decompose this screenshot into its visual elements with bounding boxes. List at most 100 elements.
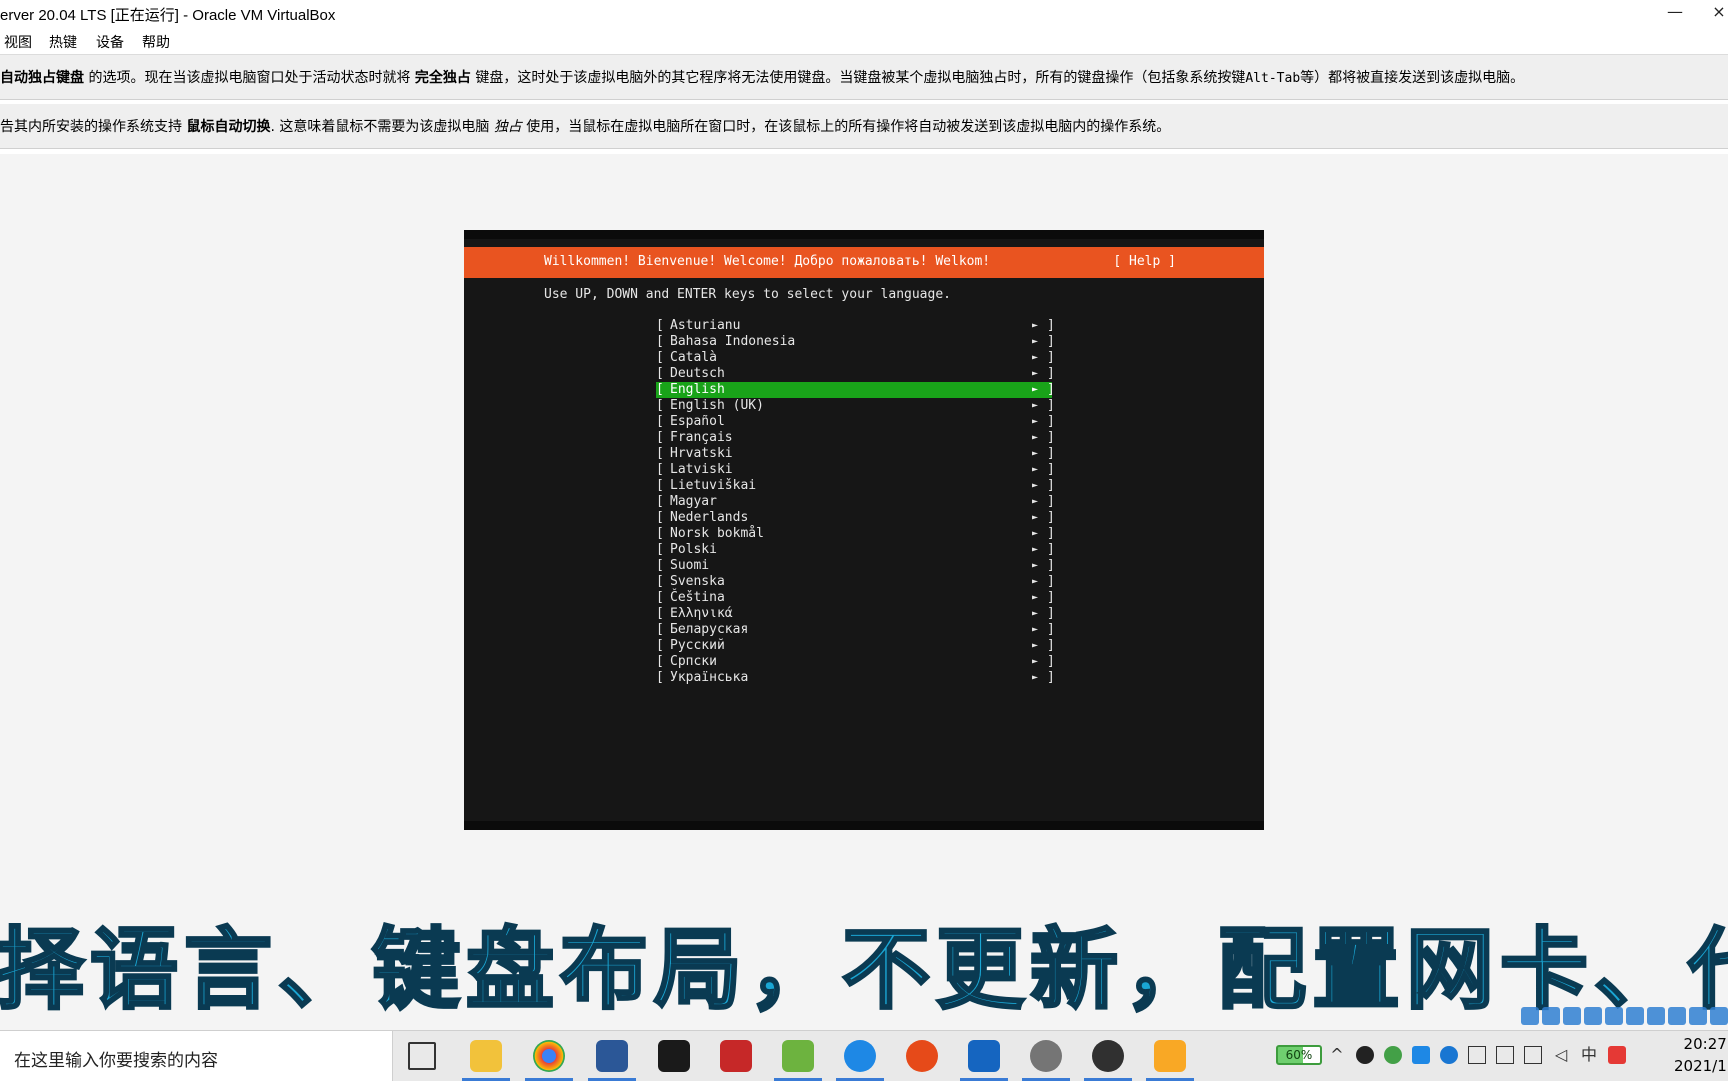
shared-folder-icon[interactable] xyxy=(1626,1007,1644,1025)
menu-help[interactable]: 帮助 xyxy=(142,32,170,52)
arrow-right-icon: ► xyxy=(1032,592,1039,603)
network-monitor-icon[interactable] xyxy=(1524,1046,1542,1064)
usb-icon[interactable] xyxy=(1605,1007,1623,1025)
language-item[interactable]: [Čeština ►] xyxy=(656,590,1055,606)
display-icon[interactable] xyxy=(1647,1007,1665,1025)
language-item[interactable]: [Српски ►] xyxy=(656,654,1055,670)
arrow-right-icon: ► xyxy=(1032,528,1039,539)
obs-icon[interactable] xyxy=(1084,1040,1132,1081)
language-name: Čeština xyxy=(670,590,725,605)
language-item[interactable]: [Nederlands ►] xyxy=(656,510,1055,526)
language-item[interactable]: [Français ►] xyxy=(656,430,1055,446)
arrow-right-icon: ► xyxy=(1032,352,1039,363)
edge-icon[interactable] xyxy=(836,1040,884,1081)
language-name: Deutsch xyxy=(670,366,725,381)
clipboard-icon[interactable] xyxy=(1468,1046,1486,1064)
bracket-right: ] xyxy=(1047,654,1055,669)
language-item[interactable]: [Lietuviškai ►] xyxy=(656,478,1055,494)
language-item[interactable]: [Asturianu ►] xyxy=(656,318,1055,334)
bracket-left: [ xyxy=(656,494,664,509)
wechat-icon[interactable] xyxy=(1384,1046,1402,1064)
arrow-right-icon: ► xyxy=(1032,672,1039,683)
language-item[interactable]: [Bahasa Indonesia ►] xyxy=(656,334,1055,350)
arrow-right-icon: ► xyxy=(1032,512,1039,523)
installer-help-button[interactable]: [ Help ] xyxy=(1113,254,1176,269)
menu-hotkey[interactable]: 热键 xyxy=(49,32,77,52)
mouse-integration-icon[interactable] xyxy=(1689,1007,1707,1025)
language-item[interactable]: [Norsk bokmål ►] xyxy=(656,526,1055,542)
input-method-label[interactable]: 中 xyxy=(1580,1046,1598,1064)
language-item[interactable]: [Русский ►] xyxy=(656,638,1055,654)
speaker-icon[interactable]: ◁ xyxy=(1552,1046,1570,1064)
bracket-left: [ xyxy=(656,526,664,541)
bracket-left: [ xyxy=(656,510,664,525)
audio-icon[interactable] xyxy=(1563,1007,1581,1025)
notification-text: 等）都将被直接发送到该虚拟电脑。 xyxy=(1300,70,1525,86)
language-item[interactable]: [Hrvatski ►] xyxy=(656,446,1055,462)
bracket-right: ] xyxy=(1047,542,1055,557)
menu-view[interactable]: 视图 xyxy=(4,32,32,52)
chevron-up-icon[interactable]: ^ xyxy=(1328,1046,1346,1064)
virtualbox-icon[interactable] xyxy=(960,1040,1008,1081)
sogou-ime-icon[interactable] xyxy=(1608,1046,1626,1064)
language-item[interactable]: [English (UK) ►] xyxy=(656,398,1055,414)
arrow-right-icon: ► xyxy=(1032,336,1039,347)
clock-time: 20:27 xyxy=(1683,1035,1727,1053)
vm-console-screen[interactable]: Willkommen! Bienvenue! Welcome! Добро по… xyxy=(464,230,1264,830)
language-item[interactable]: [Suomi ►] xyxy=(656,558,1055,574)
menu-devices[interactable]: 设备 xyxy=(96,32,124,52)
language-item[interactable]: [Español ►] xyxy=(656,414,1055,430)
notification-bold: 自动独占键盘 xyxy=(0,70,84,86)
notepad-icon[interactable] xyxy=(774,1040,822,1081)
taskbar-search-box[interactable]: 在这里输入你要搜索的内容 xyxy=(0,1031,393,1081)
bracket-left: [ xyxy=(656,382,664,397)
bracket-right: ] xyxy=(1047,462,1055,477)
language-item[interactable]: [Latviski ►] xyxy=(656,462,1055,478)
bracket-right: ] xyxy=(1047,446,1055,461)
printer-icon[interactable] xyxy=(1496,1046,1514,1064)
language-item[interactable]: [Ελληνικά ►] xyxy=(656,606,1055,622)
recording-icon[interactable] xyxy=(1668,1007,1686,1025)
language-item[interactable]: [Polski ►] xyxy=(656,542,1055,558)
taskbar-clock[interactable]: 20:27 2021/1 xyxy=(1674,1033,1727,1077)
battery-indicator[interactable]: 60% xyxy=(1276,1045,1322,1065)
arrow-right-icon: ► xyxy=(1032,320,1039,331)
optical-drive-icon[interactable] xyxy=(1542,1007,1560,1025)
language-name: Ελληνικά xyxy=(670,606,733,621)
language-item[interactable]: [Magyar ►] xyxy=(656,494,1055,510)
zotero-icon[interactable] xyxy=(720,1040,752,1072)
language-name: Latviski xyxy=(670,462,733,477)
task-view-icon[interactable] xyxy=(408,1042,436,1070)
file-explorer-icon[interactable] xyxy=(462,1040,510,1081)
language-item[interactable]: [Беларуская ►] xyxy=(656,622,1055,638)
settings-gear-icon[interactable] xyxy=(1022,1040,1070,1081)
language-item[interactable]: [Deutsch ►] xyxy=(656,366,1055,382)
bracket-left: [ xyxy=(656,430,664,445)
close-button[interactable]: × xyxy=(1704,2,1728,24)
app-swirl-icon[interactable] xyxy=(906,1040,938,1072)
language-item[interactable]: [Українська ►] xyxy=(656,670,1055,686)
bracket-right: ] xyxy=(1047,526,1055,541)
language-item[interactable]: [English ►] xyxy=(656,382,1055,398)
chrome-icon[interactable] xyxy=(525,1040,573,1081)
bracket-left: [ xyxy=(656,446,664,461)
bracket-left: [ xyxy=(656,590,664,605)
onedrive-icon[interactable] xyxy=(1440,1046,1458,1064)
notification-bold: 完全独占 xyxy=(414,70,471,86)
minimize-button[interactable]: — xyxy=(1660,2,1690,24)
network-icon[interactable] xyxy=(1584,1007,1602,1025)
pdf-reader-icon[interactable] xyxy=(658,1040,690,1072)
mouse-notification-text: 告其内所安装的操作系统支持 鼠标自动切换. 这意味着鼠标不需要为该虚拟电脑 独占… xyxy=(0,116,1170,136)
arrow-right-icon: ► xyxy=(1032,464,1039,475)
word-icon[interactable] xyxy=(588,1040,636,1081)
bracket-right: ] xyxy=(1047,318,1055,333)
hard-disk-icon[interactable] xyxy=(1521,1007,1539,1025)
qq-icon[interactable] xyxy=(1356,1046,1374,1064)
tray-app-icon[interactable] xyxy=(1412,1046,1430,1064)
app-pen-icon[interactable] xyxy=(1146,1040,1194,1081)
language-item[interactable]: [Svenska ►] xyxy=(656,574,1055,590)
bracket-right: ] xyxy=(1047,366,1055,381)
language-item[interactable]: [Català ►] xyxy=(656,350,1055,366)
notification-text: 告其内所安装的操作系统支持 xyxy=(0,119,187,135)
host-key-icon[interactable] xyxy=(1710,1007,1728,1025)
